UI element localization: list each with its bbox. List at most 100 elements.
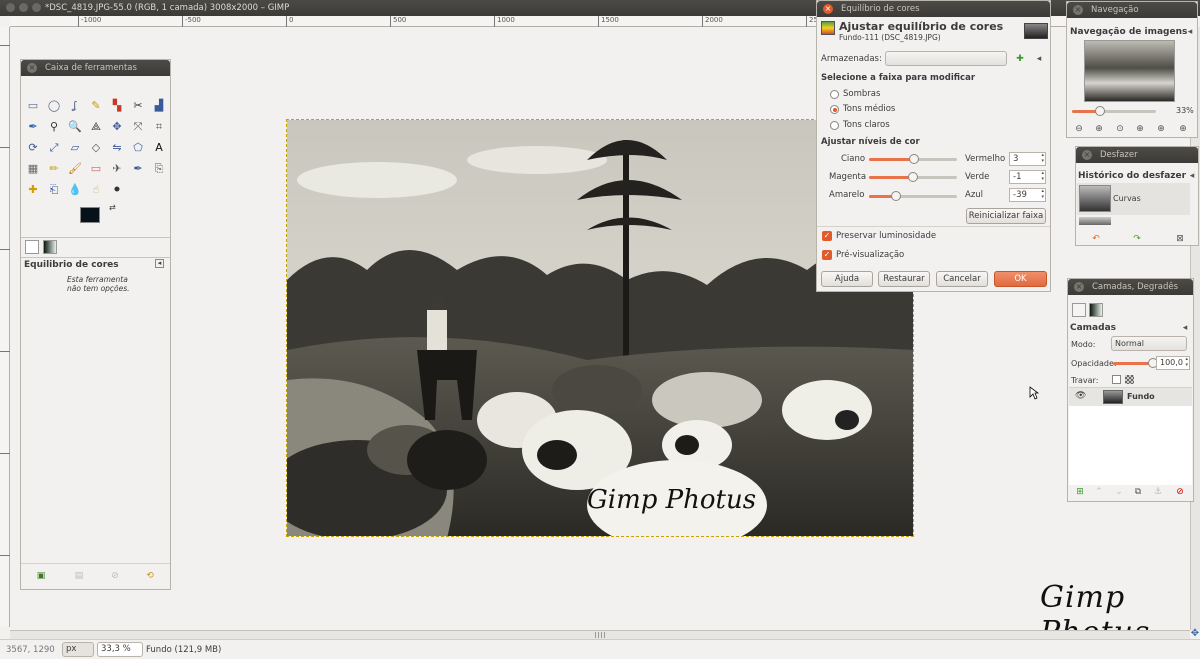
mode-select[interactable]: Normal [1111,336,1187,351]
zoom-out-icon[interactable]: ⊖ [1073,123,1085,135]
close-window-icon[interactable] [6,3,15,12]
measure-tool-icon[interactable]: ⟁ [88,119,104,135]
clear-history-icon[interactable]: ⊠ [1174,233,1186,245]
rect-select-tool-icon[interactable]: ▭ [25,98,41,114]
redo-icon[interactable]: ↷ [1131,233,1143,245]
scale-tool-icon[interactable]: ⤢ [46,140,62,156]
perspective-tool-icon[interactable]: ◇ [88,140,104,156]
cyan-red-slider[interactable] [869,154,957,164]
free-select-tool-icon[interactable]: ʆ [67,98,83,114]
panel-menu-icon[interactable]: ◂ [155,259,164,268]
ink-tool-icon[interactable]: ✒ [130,161,146,177]
tool-options-tab-icon[interactable] [25,240,39,254]
close-icon[interactable]: × [1073,5,1083,15]
layers-tab-icon[interactable] [1072,303,1086,317]
anchor-layer-icon[interactable]: ⚓ [1152,486,1164,498]
clone-tool-icon[interactable]: ⎘ [151,161,167,177]
gradients-tab-icon[interactable] [1089,303,1103,317]
cancel-button[interactable]: Cancelar [936,271,988,287]
delete-options-icon[interactable]: ⊘ [109,570,121,582]
opacity-spinbox[interactable]: 100,0 [1156,356,1190,370]
reset-options-icon[interactable]: ⟲ [144,570,156,582]
undo-list-item[interactable]: Curvas [1077,183,1190,215]
unit-select[interactable]: px [62,642,94,657]
lock-alpha-icon[interactable] [1125,375,1134,384]
magenta-green-spinbox[interactable]: -1 [1009,170,1046,184]
horizontal-scrollbar[interactable] [10,630,1190,639]
zoom-tool-icon[interactable]: 🔍 [67,119,83,135]
shrink-wrap-icon[interactable]: ⊕ [1177,123,1189,135]
panel-menu-icon[interactable]: ◂ [1179,322,1191,334]
restore-button[interactable]: Restaurar [878,271,930,287]
close-icon[interactable]: × [1074,282,1084,292]
swap-colors-icon[interactable]: ⇄ [109,203,116,212]
paths-tool-icon[interactable]: ✒ [25,119,41,135]
visibility-eye-icon[interactable]: 👁 [1075,391,1086,401]
color-picker-tool-icon[interactable]: ⚲ [46,119,62,135]
delete-layer-icon[interactable]: ⊘ [1174,486,1186,498]
heal-tool-icon[interactable]: ✚ [25,182,41,198]
lower-layer-icon[interactable]: ⌄ [1113,486,1125,498]
navigation-preview[interactable] [1084,40,1175,102]
dodge-burn-tool-icon[interactable]: ⚫ [109,182,125,198]
airbrush-tool-icon[interactable]: ✈ [109,161,125,177]
zoom-fit-icon[interactable]: ⊕ [1134,123,1146,135]
lock-pixels-checkbox[interactable] [1112,375,1121,384]
rotate-tool-icon[interactable]: ⟳ [25,140,41,156]
restore-options-icon[interactable]: ▤ [73,570,85,582]
maximize-window-icon[interactable] [32,3,41,12]
zoom-fill-icon[interactable]: ⊕ [1155,123,1167,135]
smudge-tool-icon[interactable]: ☝ [88,182,104,198]
zoom-1-1-icon[interactable]: ⊙ [1114,123,1126,135]
cyan-red-spinbox[interactable]: 3 [1009,152,1046,166]
pencil-tool-icon[interactable]: ✏ [46,161,62,177]
foreground-color[interactable] [80,207,100,223]
align-tool-icon[interactable]: ⤧ [130,119,146,135]
close-dialog-icon[interactable]: × [823,4,833,14]
bucket-fill-tool-icon[interactable]: ▦ [25,161,41,177]
radio-sombras[interactable] [830,90,839,99]
device-status-tab-icon[interactable] [43,240,57,254]
help-button[interactable]: Ajuda [821,271,873,287]
undo-icon[interactable]: ↶ [1090,233,1102,245]
zoom-in-icon[interactable]: ⊕ [1093,123,1105,135]
preset-menu-icon[interactable]: ◂ [1033,53,1045,65]
navigate-icon[interactable]: ✥ [1190,628,1200,639]
crop-tool-icon[interactable]: ⌗ [151,119,167,135]
panel-menu-icon[interactable]: ◂ [1186,170,1198,182]
cage-tool-icon[interactable]: ⬠ [130,140,146,156]
eraser-tool-icon[interactable]: ▭ [88,161,104,177]
new-layer-icon[interactable]: ⊞ [1074,486,1086,498]
add-preset-icon[interactable]: ✚ [1014,53,1026,65]
yellow-blue-slider[interactable] [869,191,957,201]
layer-row[interactable]: 👁 Fundo [1069,388,1192,406]
color-select-tool-icon[interactable]: ▚ [109,98,125,114]
duplicate-layer-icon[interactable]: ⧉ [1132,486,1144,498]
save-options-icon[interactable]: ▣ [35,570,47,582]
preserve-luminosity-checkbox[interactable]: ✓ [822,231,832,241]
close-icon[interactable]: × [27,63,37,73]
scissors-select-tool-icon[interactable]: ✂ [130,98,146,114]
yellow-blue-spinbox[interactable]: -39 [1009,188,1046,202]
presets-select[interactable] [885,51,1007,66]
radio-tons-claros[interactable] [830,121,839,130]
text-tool-icon[interactable]: A [151,140,167,156]
opacity-slider[interactable] [1113,358,1158,368]
magenta-green-slider[interactable] [869,172,957,182]
navigation-zoom-slider[interactable] [1072,106,1156,116]
move-tool-icon[interactable]: ✥ [109,119,125,135]
vertical-ruler[interactable] [0,27,10,627]
perspective-clone-tool-icon[interactable]: ⎗ [46,182,62,198]
shear-tool-icon[interactable]: ▱ [67,140,83,156]
panel-menu-icon[interactable]: ◂ [1184,26,1196,38]
zoom-select[interactable]: 33,3 % [97,642,143,657]
minimize-window-icon[interactable] [19,3,28,12]
raise-layer-icon[interactable]: ⌃ [1093,486,1105,498]
foreground-select-tool-icon[interactable]: ▟ [151,98,167,114]
preview-checkbox[interactable]: ✓ [822,250,832,260]
ellipse-select-tool-icon[interactable]: ◯ [46,98,62,114]
fuzzy-select-tool-icon[interactable]: ✎ [88,98,104,114]
radio-tons-medios[interactable] [830,105,839,114]
ok-button[interactable]: OK [994,271,1047,287]
blur-tool-icon[interactable]: 💧 [67,182,83,198]
